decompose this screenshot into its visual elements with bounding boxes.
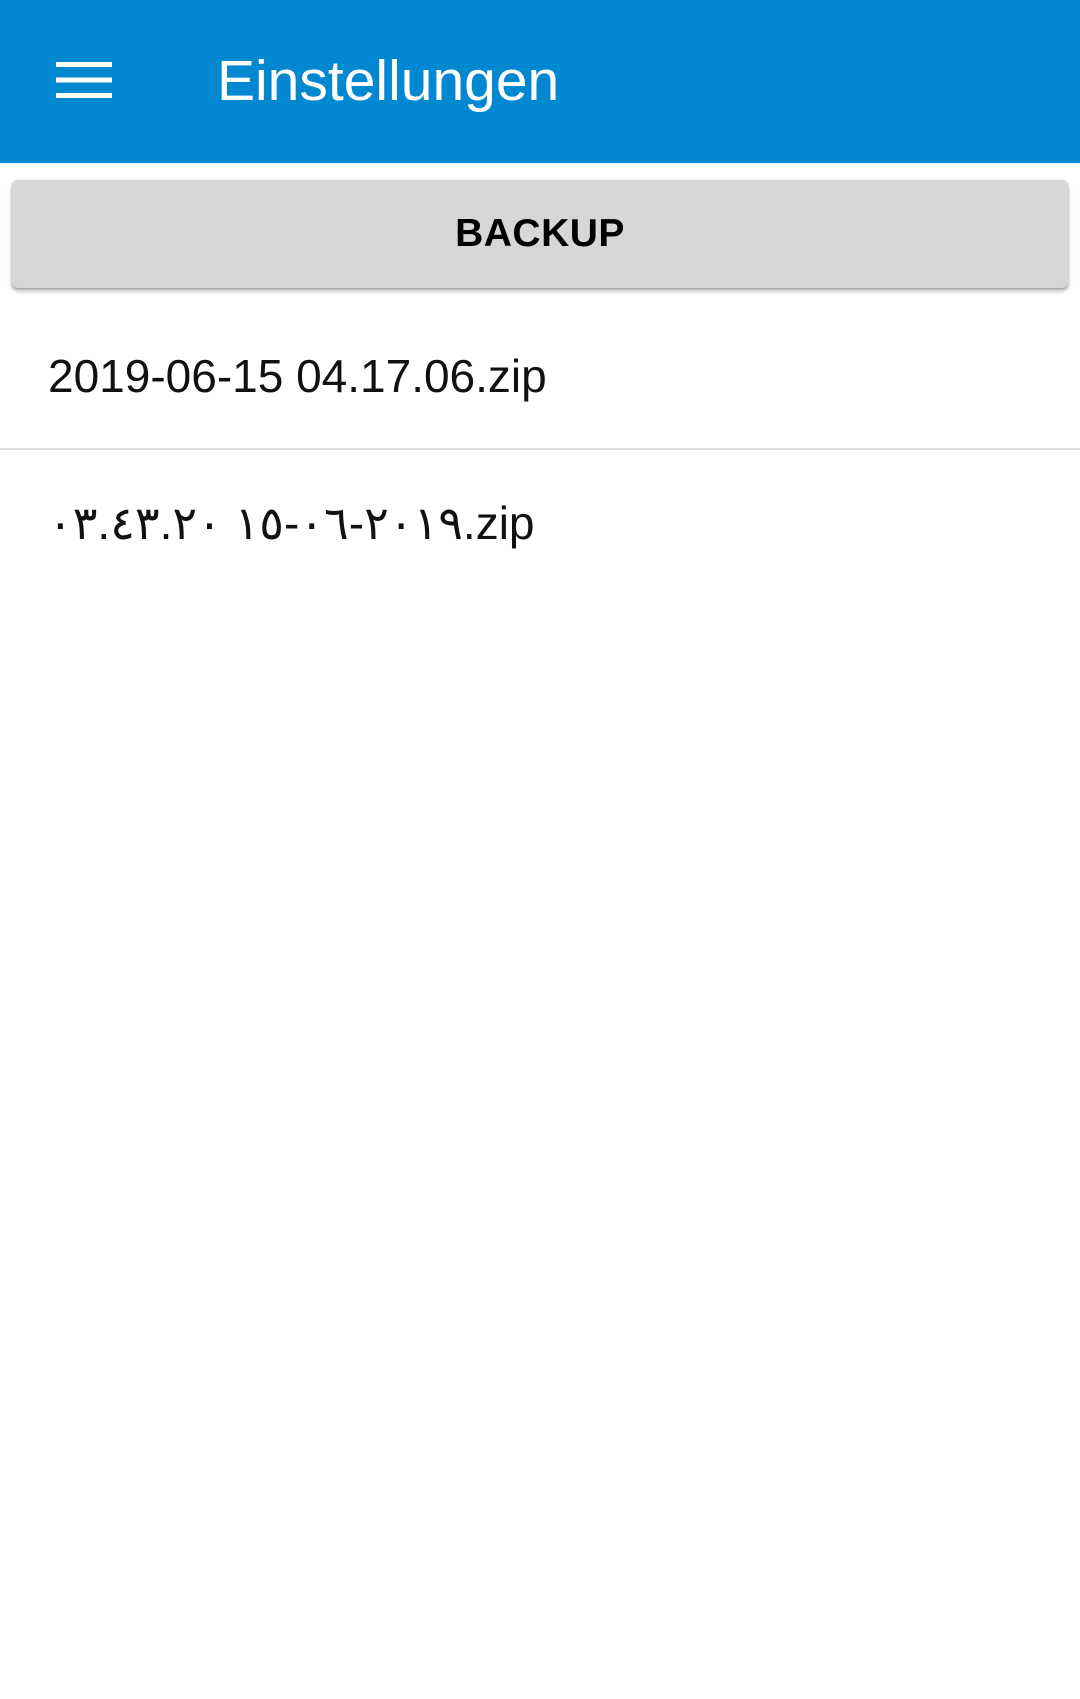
- file-list-item[interactable]: 2019-06-15 04.17.06.zip: [0, 304, 1080, 450]
- file-list-item[interactable]: ٢٠١٩-٠٦-١٥ ٠٣.٤٣.٢٠.zip: [0, 450, 1080, 596]
- file-name: 2019-06-15 04.17.06.zip: [48, 350, 547, 402]
- page-title: Einstellungen: [217, 49, 560, 113]
- file-name: ٢٠١٩-٠٦-١٥ ٠٣.٤٣.٢٠.zip: [48, 497, 535, 549]
- hamburger-menu-icon: [56, 60, 112, 100]
- menu-button[interactable]: [36, 40, 132, 120]
- app-bar: Einstellungen: [0, 0, 1080, 163]
- backup-file-list: 2019-06-15 04.17.06.zip ٢٠١٩-٠٦-١٥ ٠٣.٤٣…: [0, 304, 1080, 596]
- backup-button[interactable]: BACKUP: [12, 180, 1068, 288]
